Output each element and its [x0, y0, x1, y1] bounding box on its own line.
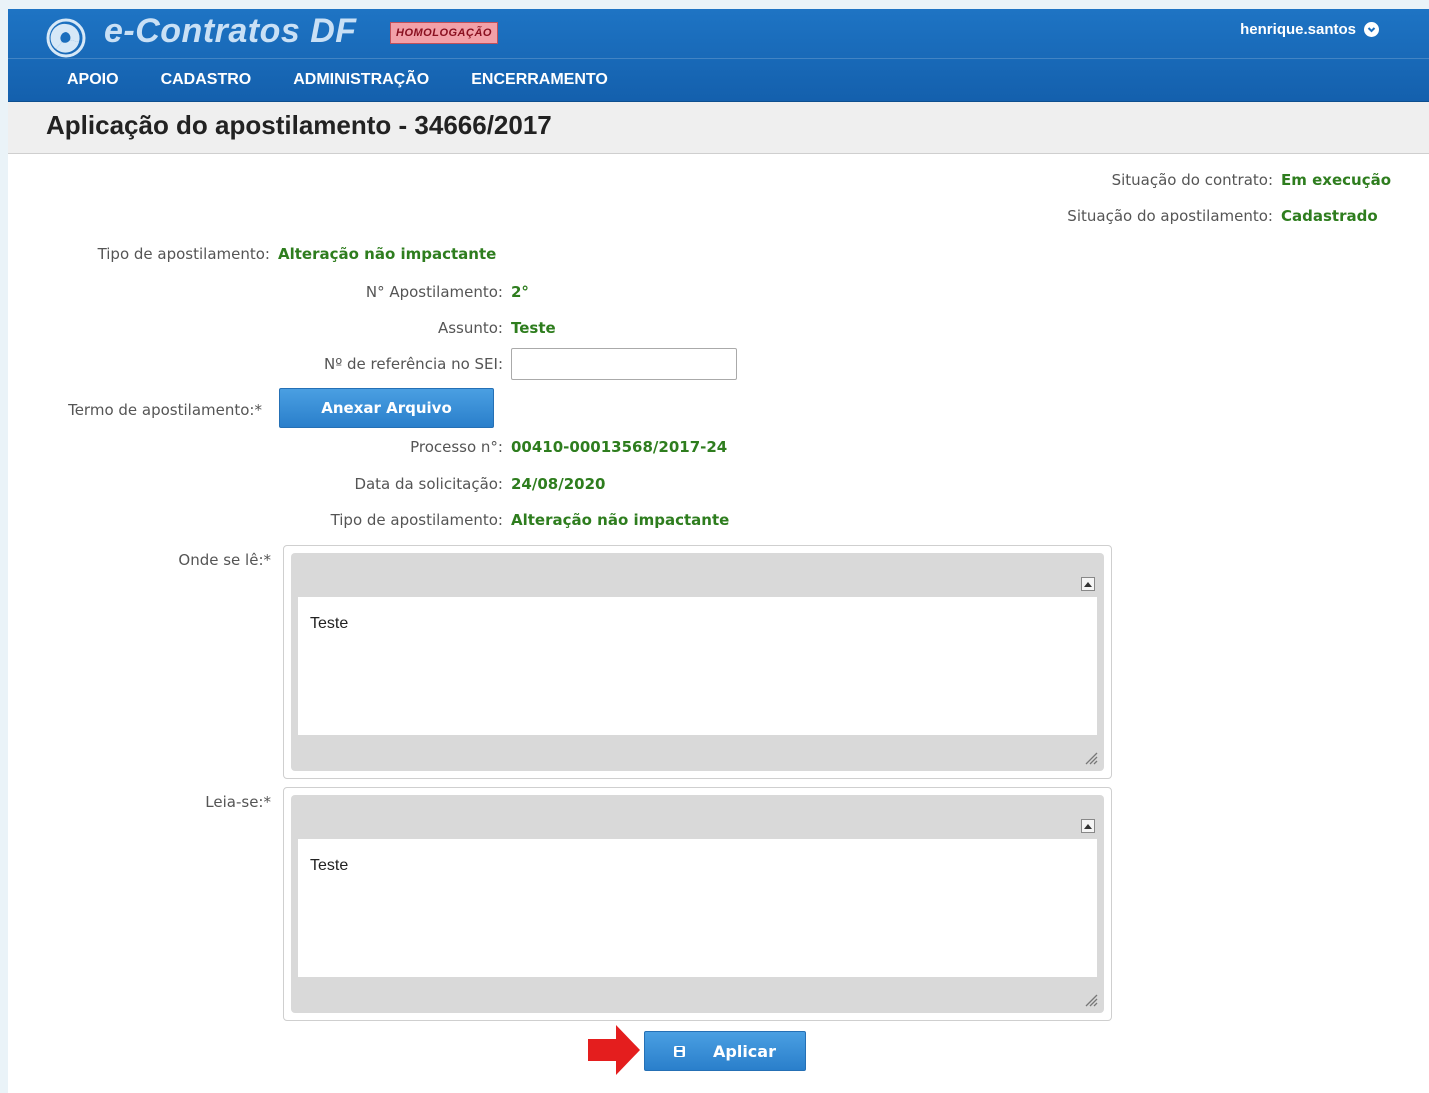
read-as-label: Leia-se:*	[205, 793, 271, 811]
app-logo-text[interactable]: e-Contratos DF	[104, 12, 357, 51]
title-bar: Aplicação do apostilamento - 34666/2017	[8, 102, 1429, 154]
read-as-editor: Teste	[283, 787, 1112, 1021]
username: henrique.santos	[1240, 21, 1356, 38]
nav-item-apoio[interactable]: APOIO	[46, 67, 140, 95]
type-top-label: Tipo de apostilamento:	[97, 245, 270, 263]
type-top-value: Alteração não impactante	[278, 245, 497, 263]
editor-frame: Teste	[291, 795, 1104, 1013]
app-header: e-Contratos DF HOMOLOGAÇÃO henrique.sant…	[8, 9, 1429, 102]
main-nav: APOIO CADASTRO ADMINISTRAÇÃO ENCERRAMENT…	[46, 67, 629, 95]
user-menu[interactable]: henrique.santos	[1240, 21, 1379, 38]
apostille-number-value: 2°	[511, 283, 529, 301]
where-reads-label: Onde se lê:*	[178, 551, 271, 569]
sei-reference-label: Nº de referência no SEI:	[323, 355, 503, 373]
contract-status-label: Situação do contrato:	[1111, 171, 1273, 189]
sei-reference-input[interactable]	[511, 348, 737, 380]
subject-label: Assunto:	[437, 319, 503, 337]
resize-handle-icon[interactable]	[1084, 751, 1098, 765]
collapse-toolbar-icon[interactable]	[1081, 819, 1095, 833]
process-value: 00410-00013568/2017-24	[511, 438, 728, 456]
chevron-down-circle-icon[interactable]	[1364, 22, 1379, 37]
apply-button[interactable]: Aplicar	[644, 1031, 806, 1071]
request-date-value: 24/08/2020	[511, 475, 606, 493]
request-date-label: Data da solicitação:	[354, 475, 503, 493]
nav-item-cadastro[interactable]: CADASTRO	[140, 67, 273, 95]
e-contratos-logo-icon[interactable]	[46, 18, 86, 58]
read-as-textarea[interactable]: Teste	[298, 839, 1097, 977]
where-reads-editor: Teste	[283, 545, 1112, 779]
apostille-type-label: Tipo de apostilamento:	[330, 511, 503, 529]
collapse-toolbar-icon[interactable]	[1081, 577, 1095, 591]
apply-button-label: Aplicar	[713, 1041, 776, 1061]
apostille-status-label: Situação do apostilamento:	[1067, 207, 1273, 225]
term-label: Termo de apostilamento:*	[68, 401, 262, 419]
attach-file-button[interactable]: Anexar Arquivo	[279, 388, 494, 428]
save-icon	[674, 1045, 685, 1057]
header-divider	[8, 58, 1429, 59]
nav-item-encerramento[interactable]: ENCERRAMENTO	[450, 67, 629, 95]
where-reads-textarea[interactable]: Teste	[298, 597, 1097, 735]
red-arrow-icon	[588, 1025, 640, 1075]
editor-toolbar	[291, 795, 1104, 839]
nav-item-administracao[interactable]: ADMINISTRAÇÃO	[272, 67, 450, 95]
page-title: Aplicação do apostilamento - 34666/2017	[46, 110, 552, 140]
environment-badge: HOMOLOGAÇÃO	[390, 22, 498, 44]
apostille-type-value: Alteração não impactante	[511, 511, 730, 529]
subject-value: Teste	[511, 319, 556, 337]
editor-toolbar	[291, 553, 1104, 597]
resize-handle-icon[interactable]	[1084, 993, 1098, 1007]
apostille-number-label: N° Apostilamento:	[365, 283, 503, 301]
editor-frame: Teste	[291, 553, 1104, 771]
page: e-Contratos DF HOMOLOGAÇÃO henrique.sant…	[8, 9, 1429, 1093]
contract-status-value: Em execução	[1281, 171, 1392, 189]
process-label: Processo n°:	[410, 438, 503, 456]
apostille-status-value: Cadastrado	[1281, 207, 1378, 225]
